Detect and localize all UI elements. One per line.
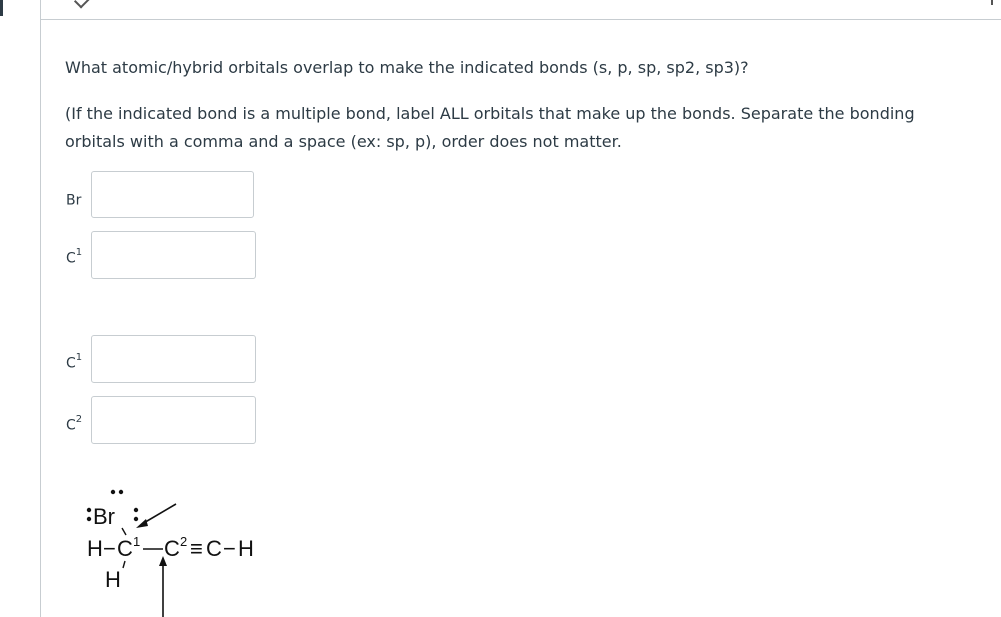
lone-pair-dot — [133, 516, 139, 522]
bond-c3-h: − — [223, 536, 236, 561]
corner-tick — [991, 0, 993, 5]
bond-c1-h-lower — [122, 560, 126, 569]
arrowhead-icon — [136, 519, 148, 528]
answer-label-br: Br — [66, 192, 82, 209]
question-instructions: (If the indicated bond is a multiple bon… — [65, 104, 915, 151]
c2-superscript: 2 — [180, 534, 187, 549]
answer-label-c1-second: C1 — [66, 352, 83, 372]
atom-c2: C — [164, 536, 180, 561]
atom-c1: C — [117, 536, 133, 561]
answer-label-c2: C2 — [66, 414, 83, 434]
chevron-icon — [73, 0, 90, 9]
bond-c1-br — [121, 527, 127, 536]
c1-superscript: 1 — [133, 534, 140, 549]
answer-input-c1-second[interactable] — [91, 335, 256, 383]
atom-h-lower: H — [105, 567, 121, 592]
lone-pair-dot — [118, 489, 124, 495]
answer-input-c2[interactable] — [91, 396, 256, 444]
answer-label-c1: C1 — [66, 247, 83, 267]
answer-input-c1-first[interactable] — [91, 231, 256, 279]
lewis-structure: Br H − C 1 C 2 ≡ C − H H — [86, 489, 254, 617]
answer-input-br[interactable] — [91, 171, 254, 218]
bond-h-c1: − — [103, 536, 116, 561]
lone-pair-dot — [86, 507, 92, 513]
top-divider — [40, 19, 1001, 20]
atom-h-left: H — [87, 536, 103, 561]
lone-pair-dot — [133, 507, 139, 513]
bond-indicator-arrow — [141, 503, 177, 525]
atom-h-right: H — [238, 536, 254, 561]
atom-br: Br — [93, 504, 115, 529]
lone-pair-dot — [110, 489, 116, 495]
triple-bond: ≡ — [190, 536, 203, 561]
window-edge-mark — [0, 0, 3, 16]
atom-c3: C — [206, 536, 222, 561]
question-text: What atomic/hybrid orbitals overlap to m… — [65, 58, 749, 77]
lone-pair-dot — [86, 516, 92, 522]
left-divider — [40, 0, 41, 617]
